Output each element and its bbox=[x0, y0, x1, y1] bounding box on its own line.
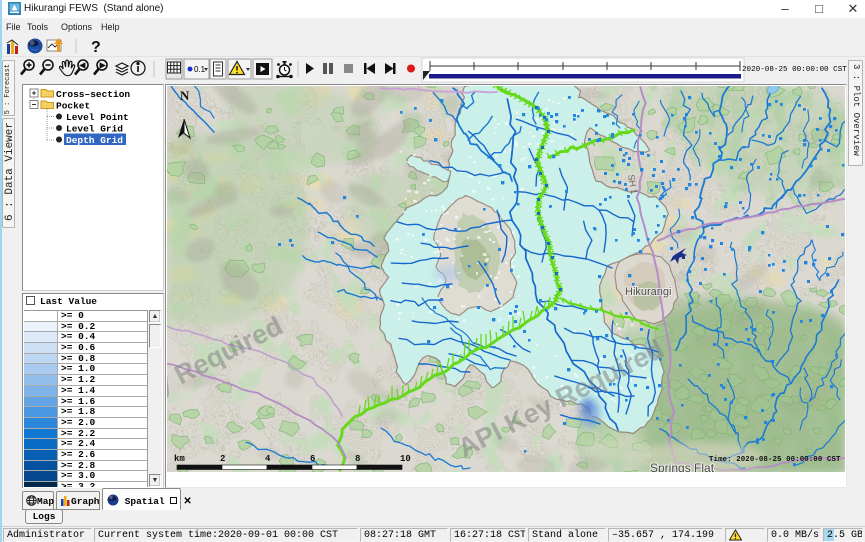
svg-text:Depth Grid: Depth Grid bbox=[66, 135, 123, 146]
svg-text:Springs Flat: Springs Flat bbox=[650, 461, 715, 472]
svg-text:0.1: 0.1 bbox=[194, 65, 206, 74]
svg-text:Time: 2020-08-25 00:00:00 CST: Time: 2020-08-25 00:00:00 CST bbox=[709, 456, 841, 464]
svg-text:8: 8 bbox=[355, 454, 360, 464]
svg-text:6: 6 bbox=[310, 454, 315, 464]
svg-text:Pocket: Pocket bbox=[56, 101, 90, 112]
svg-text:2: 2 bbox=[220, 454, 225, 464]
svg-text:10: 10 bbox=[400, 454, 411, 464]
svg-text:N: N bbox=[180, 88, 190, 103]
svg-text:Hikurangi: Hikurangi bbox=[625, 286, 671, 298]
svg-text:Cross–section: Cross–section bbox=[56, 89, 130, 100]
svg-text:4: 4 bbox=[265, 454, 271, 464]
svg-text:?: ? bbox=[91, 39, 101, 56]
svg-text:2020-08-25 00:00:00 CST: 2020-08-25 00:00:00 CST bbox=[742, 66, 847, 74]
svg-text:km: km bbox=[174, 454, 185, 464]
svg-text:Level Point: Level Point bbox=[66, 112, 129, 123]
svg-text:Level Grid: Level Grid bbox=[66, 124, 123, 135]
